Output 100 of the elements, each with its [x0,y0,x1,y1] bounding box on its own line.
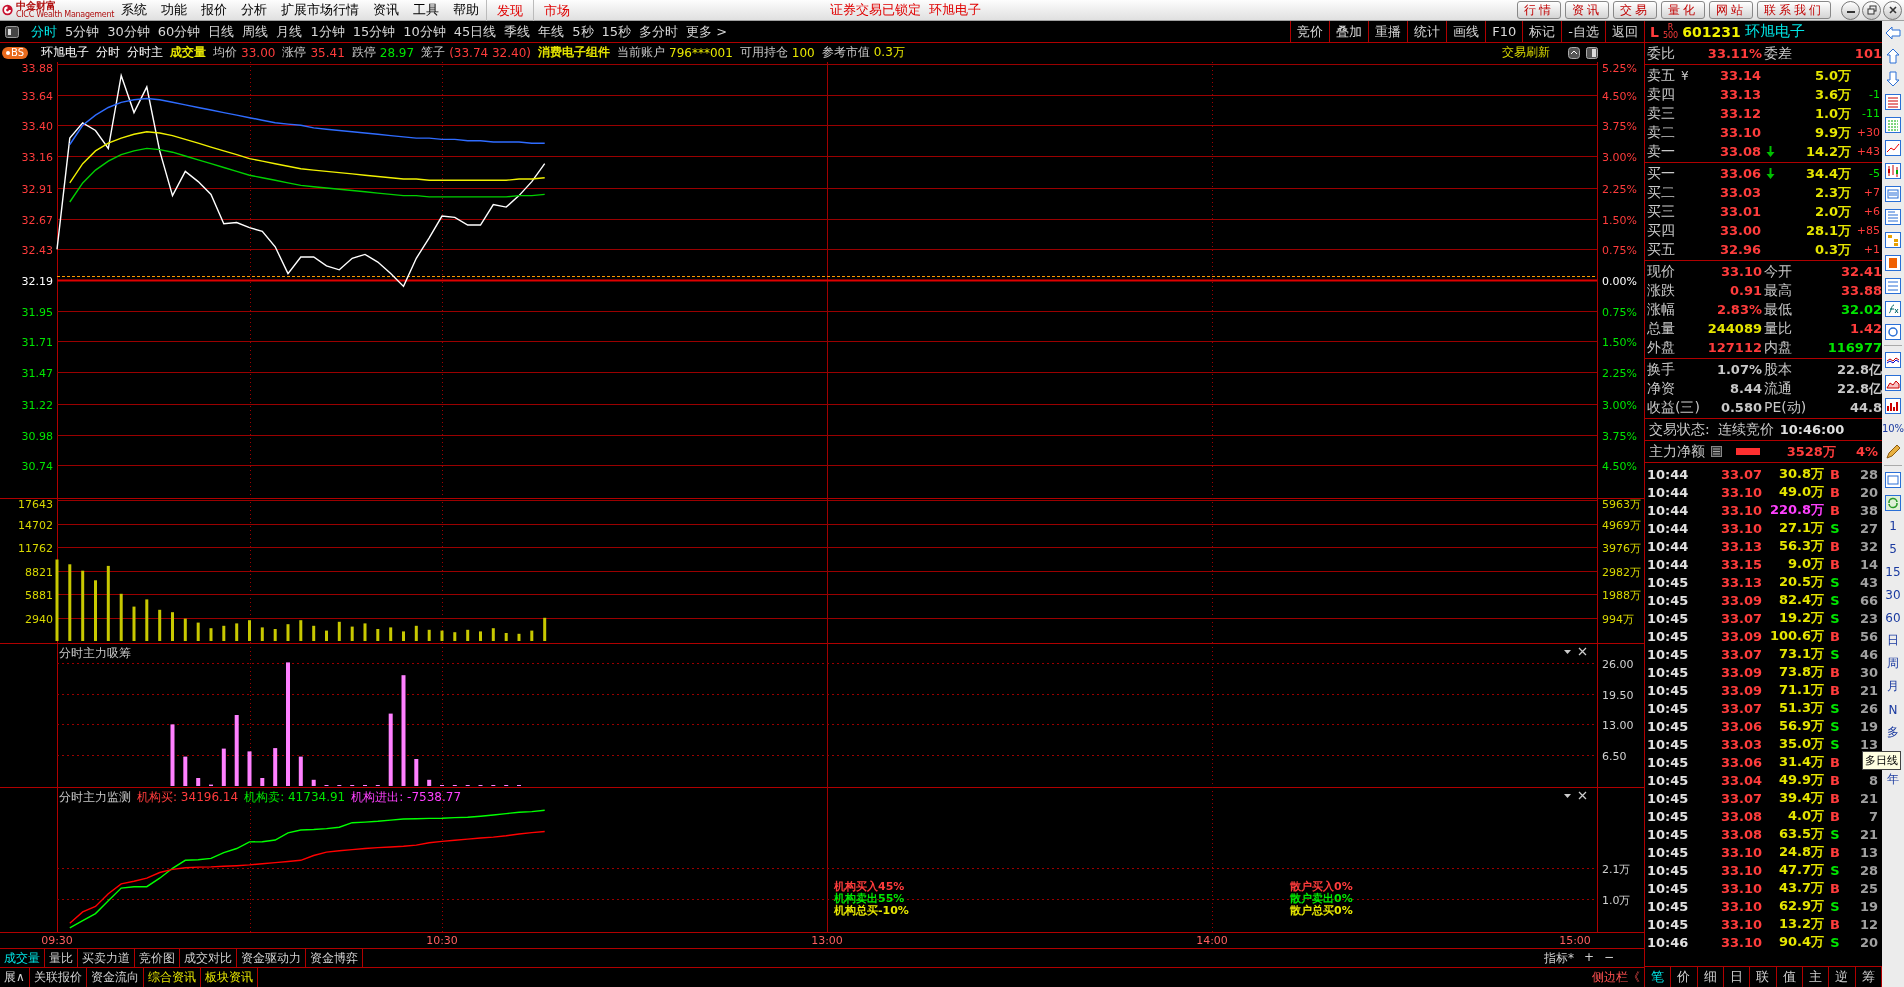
trade-volume: 63.5万 [1778,825,1824,843]
trade-price: 33.08 [1720,826,1762,842]
trade-side: S [1830,574,1840,590]
axis-label: 1.50% [1602,213,1637,227]
quote-label: PE(动) [1763,398,1808,417]
order-label: 买一 [1646,164,1675,183]
quote-value: 22.8亿 [1836,379,1882,398]
info-label: 涨停 [282,44,307,61]
axis-label: 13.00 [1602,718,1634,732]
trade-time: 10:44 [1646,484,1689,500]
order-price: 32.96 [1719,242,1761,257]
trade-side: S [1830,718,1840,734]
trade-count: 20 [1858,484,1878,500]
panel-title: 分时主力监测 [59,789,131,806]
order-volume: 5.0万 [1814,66,1851,85]
trade-count: 21 [1858,682,1878,698]
trade-volume: 13.2万 [1778,915,1824,933]
info-value: 100 [791,45,815,60]
axis-label: 3976万 [1602,541,1641,555]
axis-label: 33.40 [21,119,53,133]
trade-price: 33.07 [1720,790,1762,806]
axis-label: 26.00 [1602,657,1634,671]
order-price: 33.03 [1719,185,1761,200]
trade-price: 33.13 [1720,538,1762,554]
panel-title: 分时主力吸筹 [59,645,131,662]
summary-text: 散户买入0% [1290,881,1353,893]
trade-side: S [1830,646,1840,662]
axis-label: 32.67 [21,213,53,227]
order-price: 33.08 [1719,144,1761,159]
trade-price: 33.10 [1720,880,1762,896]
trade-time: 10:45 [1646,628,1689,644]
trade-count: 14 [1858,556,1878,572]
trade-time: 10:44 [1646,520,1689,536]
info-label: 笼子 [421,44,446,61]
quote-label: 流通 [1763,379,1793,398]
trade-time: 10:45 [1646,646,1689,662]
order-label: 卖一 [1646,142,1675,161]
axis-label: 5.25% [1602,62,1637,75]
trade-count: 19 [1858,718,1878,734]
axis-label: 11762 [18,541,53,555]
trade-volume: 39.4万 [1778,789,1824,807]
quote-label: 现价 [1646,262,1676,281]
axis-label: 2982万 [1602,565,1641,579]
axis-label: 31.71 [21,335,53,349]
info-label: 分时主 [127,44,164,61]
trade-count: 25 [1858,880,1878,896]
quote-value: 0.580 [1720,400,1762,415]
trade-side: S [1830,700,1840,716]
trade-volume: 90.4万 [1778,933,1824,951]
axis-label: 2.1万 [1602,862,1631,876]
axis-label: 994万 [1602,612,1634,626]
order-label: 买五 [1646,240,1675,259]
quote-value: 0.91 [1729,283,1762,298]
info-label: 环旭电子 [41,44,90,61]
trade-side: S [1830,592,1840,608]
trade-price: 33.10 [1720,844,1762,860]
info-label: 可用持仓 [739,44,788,61]
quote-label: 内盘 [1763,338,1793,357]
axis-label: 33.16 [21,150,53,164]
trade-volume: 56.3万 [1778,537,1824,555]
trade-time: 10:45 [1646,592,1689,608]
stock-code: 601231 [1682,23,1741,40]
trade-count: 30 [1858,664,1878,680]
trade-volume: 27.1万 [1778,519,1824,537]
trade-count: 38 [1858,502,1878,518]
order-change: +1 [1863,243,1880,256]
trade-count: 8 [1867,772,1878,788]
trade-count: 12 [1858,916,1878,932]
quote-value: 33.88 [1840,283,1882,298]
trade-side: S [1830,898,1840,914]
axis-label: 4969万 [1602,518,1641,532]
info-label: 分时 [96,44,121,61]
trade-time: 10:45 [1646,826,1689,842]
quote-value: 32.41 [1840,264,1882,279]
order-price: 33.12 [1719,106,1761,121]
info-value: 35.41 [310,45,345,60]
trade-volume: 220.8万 [1769,501,1824,519]
logo-subtitle: CICC Wealth Management [16,11,114,19]
info-label: 当前账户 [617,44,665,61]
trade-price: 33.10 [1720,520,1762,536]
trade-price: 33.06 [1720,754,1762,770]
trade-time: 10:45 [1646,880,1689,896]
currency-mark: ¥ [1681,68,1689,83]
trade-side: B [1830,466,1840,482]
axis-label: 30.74 [21,459,53,473]
time-label: 13:00 [811,934,843,947]
order-change: +6 [1863,205,1880,218]
trade-time: 10:45 [1646,718,1689,734]
trade-side: S [1830,862,1840,878]
trade-price: 33.10 [1720,502,1762,518]
order-price: 33.10 [1719,125,1761,140]
status-text: 证券交易已锁定 环旭电子 [830,1,982,19]
axis-label: 6.50 [1602,749,1627,763]
axis-label: 31.95 [21,305,53,319]
summary-text: 散户总买0% [1290,905,1353,917]
trade-side: B [1830,556,1840,572]
flow-label: 主力净额 [1648,442,1705,461]
trade-time: 10:45 [1646,772,1689,788]
quote-label: 涨幅 [1646,300,1676,319]
trade-time: 10:45 [1646,754,1689,770]
